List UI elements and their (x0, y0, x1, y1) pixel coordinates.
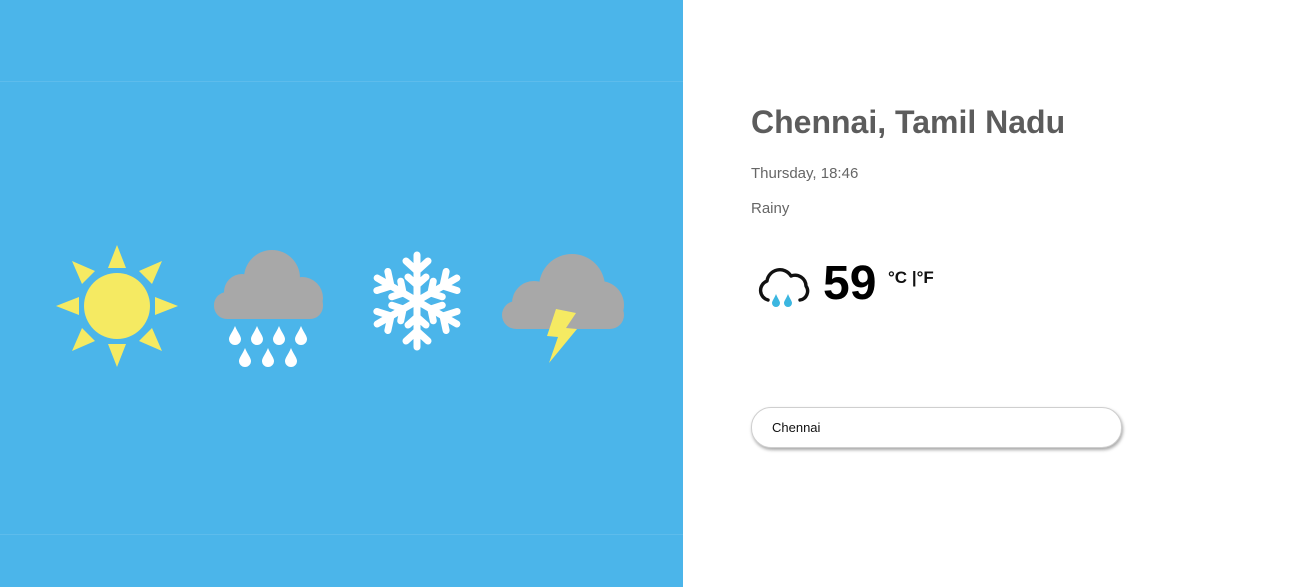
banner-divider (0, 81, 683, 82)
snowflake-icon (366, 249, 468, 353)
city-search-input[interactable] (772, 408, 1102, 447)
condition-label: Rainy (751, 200, 790, 217)
date-time-label: Thursday, 18:46 (751, 165, 859, 182)
weather-hero-banner (0, 0, 683, 587)
celsius-toggle[interactable]: °C (888, 268, 907, 287)
weather-details-panel: Chennai, Tamil Nadu Thursday, 18:46 Rain… (683, 0, 1311, 587)
weather-app: Chennai, Tamil Nadu Thursday, 18:46 Rain… (0, 0, 1311, 587)
unit-toggle: °C |°F (888, 268, 934, 288)
sun-icon (55, 244, 179, 368)
rain-cloud-icon (212, 248, 324, 370)
banner-divider (0, 534, 683, 535)
temperature-value: 59 (823, 257, 877, 310)
fahrenheit-toggle[interactable]: °F (917, 268, 934, 287)
location-title: Chennai, Tamil Nadu (751, 104, 1066, 140)
rain-cloud-icon (755, 266, 811, 319)
search-box (751, 407, 1122, 448)
thunderstorm-icon (500, 253, 626, 365)
